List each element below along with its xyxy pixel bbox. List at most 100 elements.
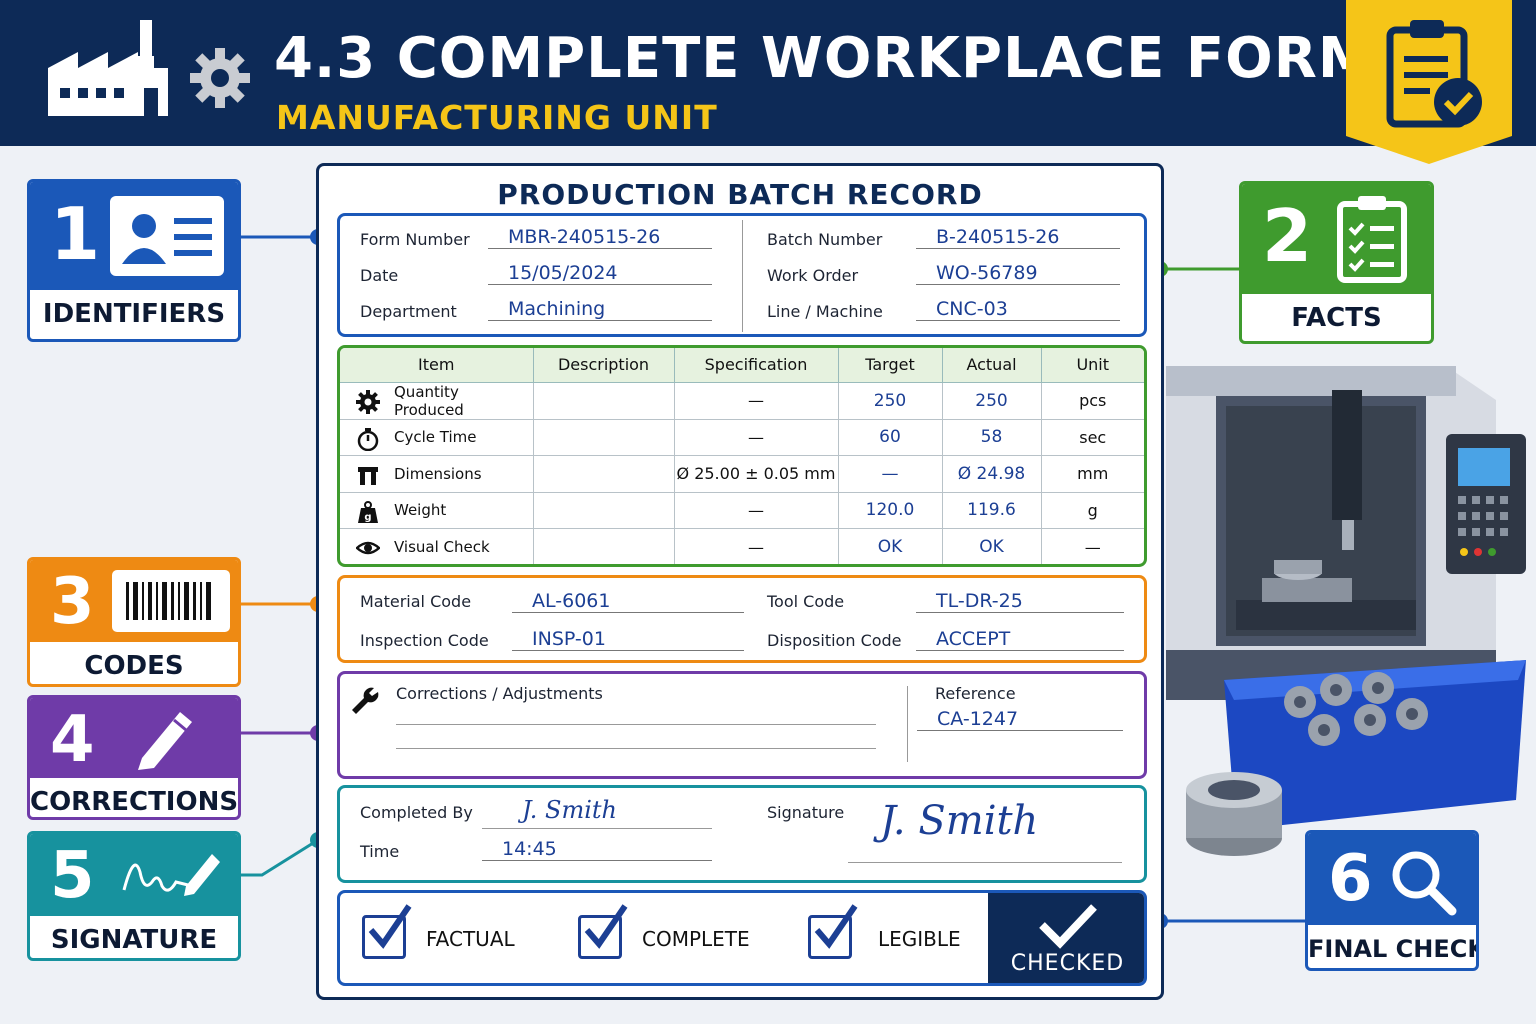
completed-by-field[interactable]: J. Smith [522, 796, 617, 824]
clipboard-check-icon [1346, 0, 1512, 164]
date-label: Date [360, 266, 399, 285]
signature-section: Completed By J. Smith Time 14:45 Signatu… [337, 785, 1147, 883]
table-row: Cycle Time — 60 58 sec [340, 419, 1144, 456]
reference-field[interactable]: CA-1247 [917, 708, 1123, 731]
time-field[interactable]: 14:45 [482, 838, 712, 861]
row-target[interactable]: OK [838, 528, 943, 564]
callout-number: 5 [50, 839, 95, 913]
line-machine-field[interactable]: CNC-03 [916, 298, 1120, 321]
weight-icon: g [358, 500, 378, 523]
facts-table: Item Description Specification Target Ac… [340, 348, 1144, 564]
table-row: Visual Check — OK OK — [340, 528, 1144, 564]
form-number-field[interactable]: MBR-240515-26 [488, 226, 712, 249]
page-title: 4.3 COMPLETE WORKPLACE FORM [274, 26, 1375, 91]
tool-code-field[interactable]: TL-DR-25 [916, 590, 1124, 613]
row-specification: — [674, 419, 839, 456]
checkmark-icon [1039, 904, 1097, 949]
row-item: Quantity Produced [394, 382, 464, 419]
factual-checkbox[interactable] [362, 904, 412, 959]
checkmark-icon [368, 904, 412, 949]
work-order-field[interactable]: WO-56789 [916, 262, 1120, 285]
row-description[interactable] [533, 455, 675, 493]
checkmark-icon [584, 904, 628, 949]
column-header: Target [838, 348, 943, 383]
row-actual[interactable]: OK [942, 528, 1042, 564]
row-item: Cycle Time [394, 428, 477, 447]
factual-label: FACTUAL [426, 927, 515, 951]
callout-number: 2 [1262, 194, 1313, 278]
production-batch-form: PRODUCTION BATCH RECORD Form Number MBR-… [316, 163, 1164, 1000]
checkmark-icon [814, 904, 858, 949]
callout-label: FINAL CHECK [1308, 935, 1479, 963]
row-specification: — [674, 382, 839, 420]
reference-label: Reference [935, 684, 1016, 703]
table-row: Quantity Produced — 250 250 pcs [340, 382, 1144, 420]
field-underline [848, 862, 1122, 863]
checked-status-label: CHECKED [1010, 951, 1125, 976]
callout-identifiers: 1 IDENTIFIERS [27, 179, 241, 342]
department-field[interactable]: Machining [488, 298, 712, 321]
batch-number-field[interactable]: B-240515-26 [916, 226, 1120, 249]
barcode-icon [112, 570, 230, 632]
column-header: Specification [674, 348, 839, 383]
row-description[interactable] [533, 528, 675, 564]
gear-icon [356, 389, 380, 414]
callout-number: 4 [50, 703, 95, 777]
callout-label: CODES [84, 651, 184, 681]
legible-label: LEGIBLE [878, 927, 961, 951]
page-subtitle: MANUFACTURING UNIT [276, 98, 718, 137]
complete-checkbox[interactable] [578, 904, 628, 959]
header: 4.3 COMPLETE WORKPLACE FORM MANUFACTURIN… [0, 0, 1536, 146]
date-field[interactable]: 15/05/2024 [488, 262, 712, 285]
callout-codes: 3 CODES [27, 557, 241, 687]
material-code-field[interactable]: AL-6061 [512, 590, 744, 613]
disposition-code-label: Disposition Code [767, 631, 902, 650]
corrections-line[interactable] [396, 724, 876, 725]
row-specification: Ø 25.00 ± 0.05 mm [674, 455, 839, 493]
row-unit: — [1084, 537, 1101, 557]
facts-section: Item Description Specification Target Ac… [337, 345, 1147, 567]
row-actual[interactable]: 250 [942, 382, 1042, 420]
corrections-section: Corrections / Adjustments Reference CA-1… [337, 671, 1147, 779]
gear-icon [190, 48, 250, 108]
column-header: Actual [942, 348, 1042, 383]
column-divider [907, 686, 908, 762]
signature-label: Signature [767, 803, 845, 822]
corrections-label: Corrections / Adjustments [396, 684, 603, 703]
tool-code-label: Tool Code [767, 592, 845, 611]
pencil-icon [138, 712, 192, 770]
row-description[interactable] [533, 419, 675, 456]
row-target[interactable]: 120.0 [838, 492, 943, 529]
corrections-line[interactable] [396, 748, 876, 749]
row-actual[interactable]: Ø 24.98 [942, 455, 1042, 493]
row-description[interactable] [533, 382, 675, 420]
signature-field[interactable]: J. Smith [880, 798, 1038, 844]
column-header: Unit [1041, 348, 1144, 383]
column-header: Description [533, 348, 675, 383]
row-unit: g [1041, 492, 1144, 529]
row-unit: pcs [1041, 382, 1144, 420]
row-target[interactable]: 60 [838, 419, 943, 456]
callout-label: SIGNATURE [50, 925, 218, 955]
table-row: Dimensions Ø 25.00 ± 0.05 mm — Ø 24.98 m… [340, 455, 1144, 493]
callout-corrections: 4 CORRECTIONS [27, 695, 241, 820]
disposition-code-field[interactable]: ACCEPT [916, 628, 1124, 651]
form-title: PRODUCTION BATCH RECORD [497, 178, 983, 211]
row-actual[interactable]: 58 [942, 419, 1042, 456]
inspection-code-field[interactable]: INSP-01 [512, 628, 744, 651]
row-unit: sec [1041, 419, 1144, 456]
legible-checkbox[interactable] [808, 904, 858, 959]
row-target[interactable]: 250 [838, 382, 943, 420]
codes-section: Material Code AL-6061 Inspection Code IN… [337, 575, 1147, 663]
table-header-row: Item Description Specification Target Ac… [340, 348, 1144, 383]
factory-icon [48, 20, 168, 116]
stopwatch-icon [357, 427, 379, 451]
row-actual[interactable]: 119.6 [942, 492, 1042, 529]
callout-signature: 5 SIGNATURE [27, 831, 241, 961]
callout-label: FACTS [1291, 303, 1382, 333]
cnc-machine-illustration [1166, 366, 1526, 856]
row-item: Weight [394, 501, 447, 520]
callout-number: 1 [50, 192, 101, 276]
row-description[interactable] [533, 492, 675, 529]
row-target[interactable]: — [838, 455, 943, 493]
